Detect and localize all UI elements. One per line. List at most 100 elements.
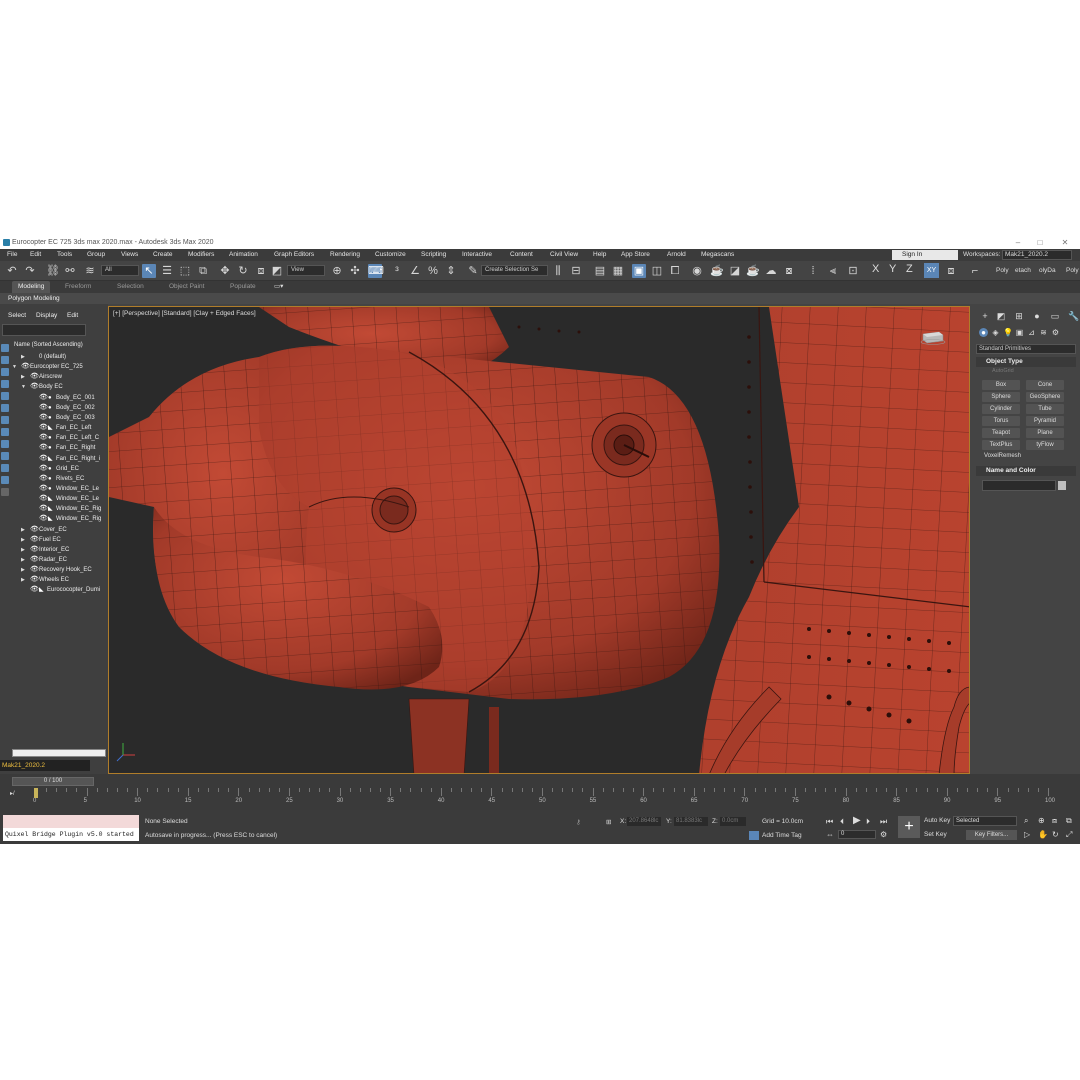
voxelremesh-button[interactable]: VoxelRemesh xyxy=(984,453,1021,459)
material-editor-icon[interactable]: ◉ xyxy=(690,264,704,278)
menu-modifiers[interactable]: Modifiers xyxy=(188,249,214,261)
scene-tree-row[interactable]: ▶ 👁Interior_EC xyxy=(12,545,106,555)
scene-horizontal-scrollbar[interactable] xyxy=(12,749,106,757)
visibility-eye-icon[interactable]: 👁 xyxy=(30,565,39,575)
geosphere-button[interactable]: GeoSphere xyxy=(1026,392,1064,402)
scene-tree-row[interactable]: 👁● Fan_EC_Right xyxy=(12,443,106,453)
viewcube-icon[interactable] xyxy=(919,329,947,345)
expand-toggle-icon[interactable]: ▶ xyxy=(21,352,30,362)
scene-tab-display[interactable]: Display xyxy=(36,312,57,319)
rotate-icon[interactable]: ↻ xyxy=(236,264,250,278)
visibility-eye-icon[interactable]: 👁 xyxy=(39,454,48,464)
selection-filter-select[interactable]: All xyxy=(101,265,139,276)
expand-toggle-icon[interactable]: ▶ xyxy=(21,565,30,575)
perspective-viewport[interactable]: [+] [Perspective] [Standard] [Clay + Edg… xyxy=(108,306,970,774)
render-iterative-icon[interactable]: ☁ xyxy=(764,264,778,278)
filter-shapes-icon[interactable] xyxy=(1,356,9,364)
expand-toggle-icon[interactable]: ▶ xyxy=(21,535,30,545)
tab-selection[interactable]: Selection xyxy=(117,281,144,293)
visibility-eye-icon[interactable]: 👁 xyxy=(21,362,30,372)
filter-geometry-icon[interactable] xyxy=(1,344,9,352)
lock-selection-icon[interactable]: ⚷ xyxy=(576,818,581,826)
visibility-eye-icon[interactable]: 👁 xyxy=(30,545,39,555)
axis-z-button[interactable]: Z xyxy=(906,264,913,275)
keyboard-shortcut-icon[interactable]: ⌨ xyxy=(368,264,384,278)
poly-button-2[interactable]: Poly xyxy=(1066,265,1079,276)
menu-interactive[interactable]: Interactive xyxy=(462,249,492,261)
window-crossing-icon[interactable]: ⧉ xyxy=(196,264,210,278)
expand-toggle-icon[interactable]: ▶ xyxy=(21,555,30,565)
grid-align-icon[interactable]: ⁞ xyxy=(806,264,820,278)
constraint-icon[interactable]: ⧈ xyxy=(944,264,958,278)
viewport-label[interactable]: [+] [Perspective] [Standard] [Clay + Edg… xyxy=(113,310,256,317)
visibility-eye-icon[interactable]: 👁 xyxy=(30,585,39,595)
motion-tab-icon[interactable]: ● xyxy=(1032,311,1042,321)
menu-help[interactable]: Help xyxy=(593,249,606,261)
create-tab-icon[interactable]: + xyxy=(980,311,990,321)
filter-groups-icon[interactable] xyxy=(1,416,9,424)
key-selection-select[interactable]: Selected xyxy=(953,816,1017,826)
visibility-eye-icon[interactable]: 👁 xyxy=(39,393,48,403)
snap-align-icon[interactable]: ⫷ xyxy=(826,264,840,278)
align-icon[interactable]: ⊟ xyxy=(569,264,583,278)
tab-modeling[interactable]: Modeling xyxy=(12,281,51,293)
visibility-eye-icon[interactable]: 👁 xyxy=(30,575,39,585)
display-tab-icon[interactable]: ▭ xyxy=(1050,311,1060,321)
visibility-eye-icon[interactable]: 👁 xyxy=(30,555,39,565)
curve-editor-icon[interactable]: ◫ xyxy=(650,264,664,278)
filter-helpers-icon[interactable] xyxy=(1,392,9,400)
percent-snap-icon[interactable]: % xyxy=(426,264,440,278)
visibility-eye-icon[interactable]: 👁 xyxy=(39,504,48,514)
select-manipulate-icon[interactable]: ✣ xyxy=(348,264,362,278)
scene-tree-row[interactable]: ▼ 👁Eurocopter EC_725 xyxy=(12,362,106,372)
time-cursor[interactable] xyxy=(34,788,38,798)
sphere-button[interactable]: Sphere xyxy=(982,392,1020,402)
time-tag-icon[interactable] xyxy=(749,831,759,840)
play-icon[interactable]: ▶ xyxy=(853,816,861,826)
expand-toggle-icon[interactable]: ▶ xyxy=(21,575,30,585)
snaps-toggle-icon[interactable]: ³ xyxy=(390,264,404,278)
polygon-modeling-label[interactable]: Polygon Modeling xyxy=(8,293,60,304)
visibility-eye-icon[interactable]: 👁 xyxy=(39,484,48,494)
menu-customize[interactable]: Customize xyxy=(375,249,406,261)
menu-views[interactable]: Views xyxy=(121,249,138,261)
detach-button[interactable]: etach xyxy=(1015,265,1031,276)
plane-button[interactable]: Plane xyxy=(1026,428,1064,438)
render-production-icon[interactable]: ☕ xyxy=(746,264,760,278)
menu-animation[interactable]: Animation xyxy=(229,249,258,261)
maximize-viewport-icon[interactable]: ⤢ xyxy=(1066,830,1072,839)
current-frame-field[interactable]: 0 xyxy=(838,830,876,839)
filter-bones-icon[interactable] xyxy=(1,440,9,448)
layer-explorer-icon[interactable]: ▦ xyxy=(611,264,625,278)
current-layer-field[interactable]: Mak21_2020.2 xyxy=(0,760,90,771)
torus-button[interactable]: Torus xyxy=(982,416,1020,426)
visibility-eye-icon[interactable]: 👁 xyxy=(39,494,48,504)
poly-button[interactable]: Poly xyxy=(996,265,1009,276)
isolate-icon[interactable]: ⊡ xyxy=(846,264,860,278)
y-coordinate-field[interactable]: 81.8383lc xyxy=(674,817,708,826)
ribbon-toggle-icon[interactable]: ▣ xyxy=(632,264,646,278)
menu-file[interactable]: File xyxy=(7,249,17,261)
zoom-all-icon[interactable]: ⊕ xyxy=(1038,816,1045,825)
systems-icon[interactable]: ⚙ xyxy=(1051,328,1060,337)
scene-tree-row[interactable]: 👁● Window_EC_Le xyxy=(12,484,106,494)
zoom-extents-all-icon[interactable]: ⧉ xyxy=(1066,816,1072,825)
bind-space-warp-icon[interactable]: ≋ xyxy=(83,264,97,278)
auto-key-button[interactable]: Auto Key xyxy=(924,817,950,824)
teapot-button[interactable]: Teapot xyxy=(982,428,1020,438)
scene-tab-select[interactable]: Select xyxy=(8,312,26,319)
menu-edit[interactable]: Edit xyxy=(30,249,41,261)
expand-toggle-icon[interactable]: ▶ xyxy=(21,372,30,382)
autogrid-checkbox[interactable]: AutoGrid xyxy=(992,368,1014,374)
tab-populate[interactable]: Populate xyxy=(230,281,256,293)
visibility-eye-icon[interactable]: 👁 xyxy=(39,514,48,524)
edit-named-selection-icon[interactable]: ✎ xyxy=(466,264,480,278)
absolute-mode-icon[interactable]: ⊞ xyxy=(606,818,611,826)
polydraw-button[interactable]: olyDa xyxy=(1039,265,1056,276)
menu-civil-view[interactable]: Civil View xyxy=(550,249,578,261)
scene-tree-row[interactable]: 👁◣ Window_EC_Rig xyxy=(12,514,106,524)
render-setup-icon[interactable]: ☕ xyxy=(710,264,724,278)
scene-explorer-icon[interactable]: ▤ xyxy=(593,264,607,278)
select-object-icon[interactable]: ↖ xyxy=(142,264,156,278)
unlink-icon[interactable]: ⚯ xyxy=(63,264,77,278)
